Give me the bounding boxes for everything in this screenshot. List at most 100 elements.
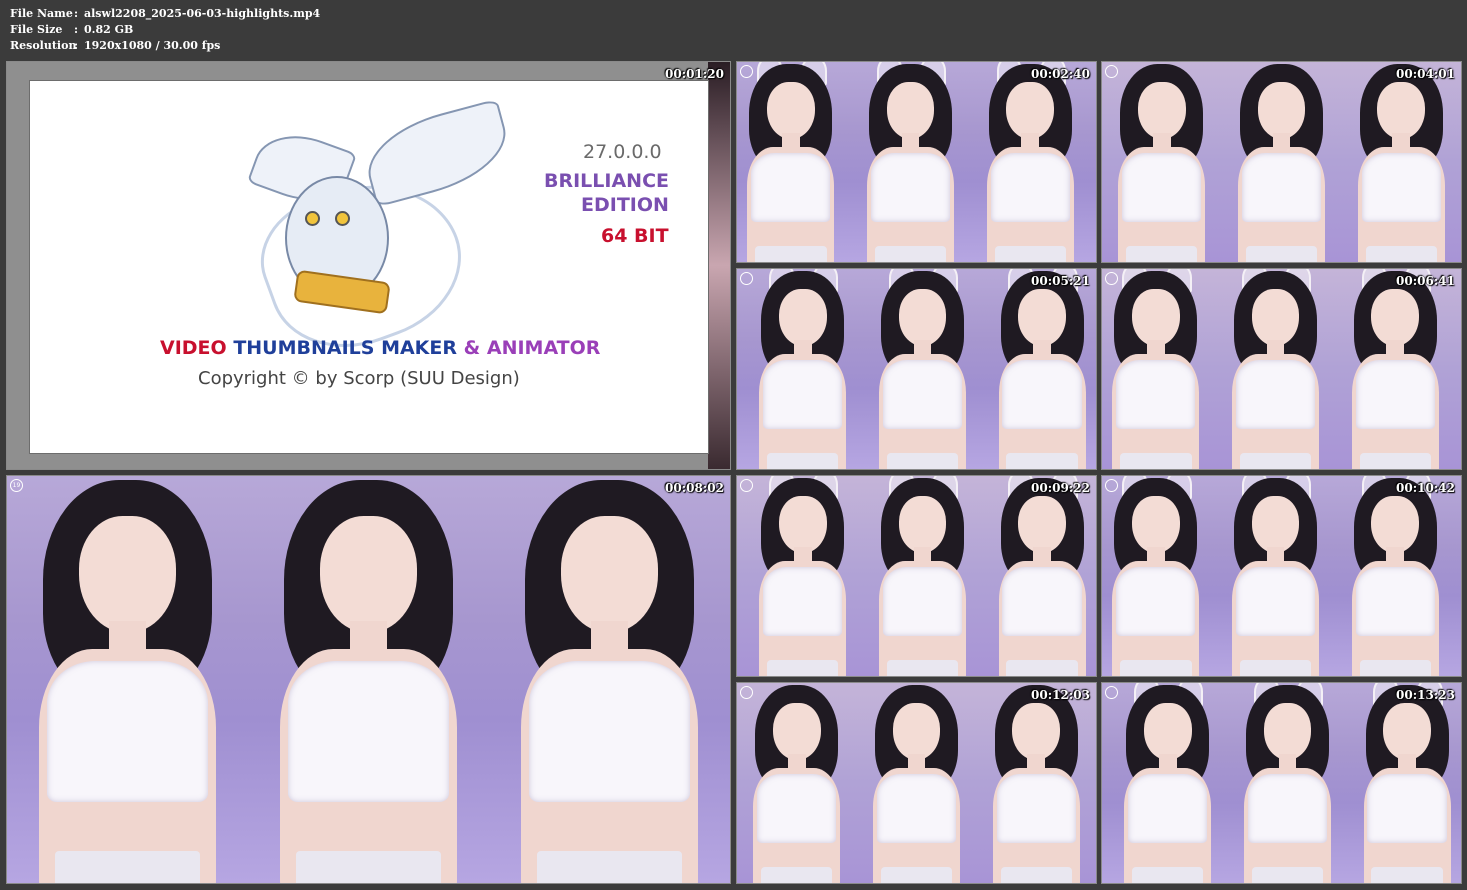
thumbnail[interactable]: 00:02:40 bbox=[736, 61, 1097, 263]
frame-index-badge bbox=[1105, 272, 1118, 285]
frame-index-badge bbox=[740, 686, 753, 699]
video-frame-panel bbox=[976, 476, 1096, 676]
video-frame-panel bbox=[1102, 476, 1223, 676]
resolution-value: 1920x1080 / 30.00 fps bbox=[84, 39, 221, 52]
file-size-label: File Size bbox=[10, 23, 63, 36]
video-frame-panel bbox=[856, 62, 978, 262]
video-frame-panel bbox=[737, 62, 858, 262]
thumbnail[interactable]: 00:06:41 bbox=[1101, 268, 1462, 470]
person-figure bbox=[1341, 476, 1461, 676]
thumbnail[interactable]: 00:12:03 bbox=[736, 682, 1097, 884]
video-frame-panel bbox=[737, 683, 858, 883]
person-figure bbox=[1102, 269, 1222, 469]
thumbnail-splash[interactable]: 27.0.0.0 BRILLIANCE EDITION 64 BIT VIDEO… bbox=[6, 61, 731, 470]
person-figure bbox=[1102, 683, 1222, 883]
video-frame-panel bbox=[1221, 62, 1343, 262]
person-figure bbox=[1222, 62, 1342, 262]
video-frame-panel bbox=[489, 476, 730, 883]
person-figure bbox=[1222, 269, 1342, 469]
video-frame-panel bbox=[737, 476, 858, 676]
person-figure bbox=[1102, 62, 1222, 262]
video-frame-panel bbox=[1221, 476, 1343, 676]
title-animator: ANIMATOR bbox=[486, 337, 601, 359]
person-figure bbox=[7, 476, 248, 883]
person-figure bbox=[976, 476, 1096, 676]
video-frame-panel bbox=[1341, 62, 1461, 262]
resolution-label: Resolution bbox=[10, 39, 77, 52]
video-frame-panel bbox=[1341, 476, 1461, 676]
video-frame-panel bbox=[1102, 269, 1223, 469]
person-figure bbox=[248, 476, 489, 883]
video-frame-panel bbox=[1341, 683, 1461, 883]
frame-index-badge bbox=[740, 65, 753, 78]
video-frame-panel bbox=[976, 62, 1096, 262]
file-name-row: File Name : alswl2208_2025-06-03-highlig… bbox=[10, 6, 320, 22]
copyright-text: Copyright © by Scorp (SUU Design) bbox=[198, 368, 520, 389]
title-thumbnails: THUMBNAILS MAKER bbox=[233, 337, 458, 359]
person-figure bbox=[1222, 683, 1342, 883]
video-frame-panel bbox=[737, 269, 858, 469]
video-edge-strip bbox=[708, 62, 730, 469]
product-title: VIDEO THUMBNAILS MAKER & ANIMATOR bbox=[160, 337, 600, 359]
file-name-value: alswl2208_2025-06-03-highlights.mp4 bbox=[84, 7, 321, 20]
person-figure bbox=[1222, 476, 1342, 676]
timestamp: 00:02:40 bbox=[1031, 67, 1090, 81]
video-frame-panel bbox=[7, 476, 249, 883]
timestamp: 00:05:21 bbox=[1031, 274, 1090, 288]
video-frame-panel bbox=[1341, 269, 1461, 469]
title-amp: & bbox=[463, 337, 481, 359]
file-size-value: 0.82 GB bbox=[84, 23, 134, 36]
video-frame-panel bbox=[1102, 683, 1223, 883]
person-figure bbox=[857, 269, 977, 469]
separator: : bbox=[74, 23, 79, 36]
version-text: 27.0.0.0 bbox=[583, 141, 662, 163]
frame-index-badge bbox=[740, 272, 753, 285]
separator: : bbox=[74, 7, 79, 20]
title-video: VIDEO bbox=[160, 337, 227, 359]
video-frame-panel bbox=[856, 683, 978, 883]
person-figure bbox=[489, 476, 730, 883]
splash-card: 27.0.0.0 BRILLIANCE EDITION 64 BIT VIDEO… bbox=[29, 80, 709, 454]
person-figure bbox=[737, 476, 857, 676]
person-figure bbox=[737, 62, 857, 262]
thumbnail-large[interactable]: 00:08:02 19 bbox=[6, 475, 731, 884]
timestamp: 00:01:20 bbox=[665, 67, 724, 81]
video-frame-panel bbox=[248, 476, 490, 883]
video-frame-panel bbox=[856, 476, 978, 676]
video-frame-panel bbox=[1102, 62, 1223, 262]
person-figure bbox=[857, 62, 977, 262]
person-figure bbox=[1341, 269, 1461, 469]
file-size-row: File Size : 0.82 GB bbox=[10, 22, 320, 38]
video-frame-panel bbox=[856, 269, 978, 469]
person-figure bbox=[737, 269, 857, 469]
person-figure bbox=[857, 683, 977, 883]
edition-line2: EDITION bbox=[581, 194, 669, 216]
video-frame-panel bbox=[976, 683, 1096, 883]
frame-index-badge bbox=[740, 479, 753, 492]
video-frame-panel bbox=[976, 269, 1096, 469]
file-info-header: File Name : alswl2208_2025-06-03-highlig… bbox=[10, 6, 320, 54]
timestamp: 00:09:22 bbox=[1031, 481, 1090, 495]
timestamp: 00:08:02 bbox=[665, 481, 724, 495]
file-name-label: File Name bbox=[10, 7, 73, 20]
thumbnail[interactable]: 00:09:22 bbox=[736, 475, 1097, 677]
video-frame-panel bbox=[1221, 269, 1343, 469]
frame-index-badge bbox=[1105, 65, 1118, 78]
person-figure bbox=[857, 476, 977, 676]
timestamp: 00:12:03 bbox=[1031, 688, 1090, 702]
timestamp: 00:13:23 bbox=[1396, 688, 1455, 702]
separator: : bbox=[74, 39, 79, 52]
thumbnail[interactable]: 00:10:42 bbox=[1101, 475, 1462, 677]
thumbnail[interactable]: 00:13:23 bbox=[1101, 682, 1462, 884]
frame-index-badge: 19 bbox=[10, 479, 23, 492]
frame-index-badge bbox=[1105, 479, 1118, 492]
timestamp: 00:04:01 bbox=[1396, 67, 1455, 81]
thumbnail[interactable]: 00:04:01 bbox=[1101, 61, 1462, 263]
bits-text: 64 BIT bbox=[601, 225, 669, 247]
timestamp: 00:06:41 bbox=[1396, 274, 1455, 288]
person-figure bbox=[737, 683, 857, 883]
person-figure bbox=[1102, 476, 1222, 676]
thumbnail[interactable]: 00:05:21 bbox=[736, 268, 1097, 470]
person-figure bbox=[976, 269, 1096, 469]
person-figure bbox=[1341, 62, 1461, 262]
